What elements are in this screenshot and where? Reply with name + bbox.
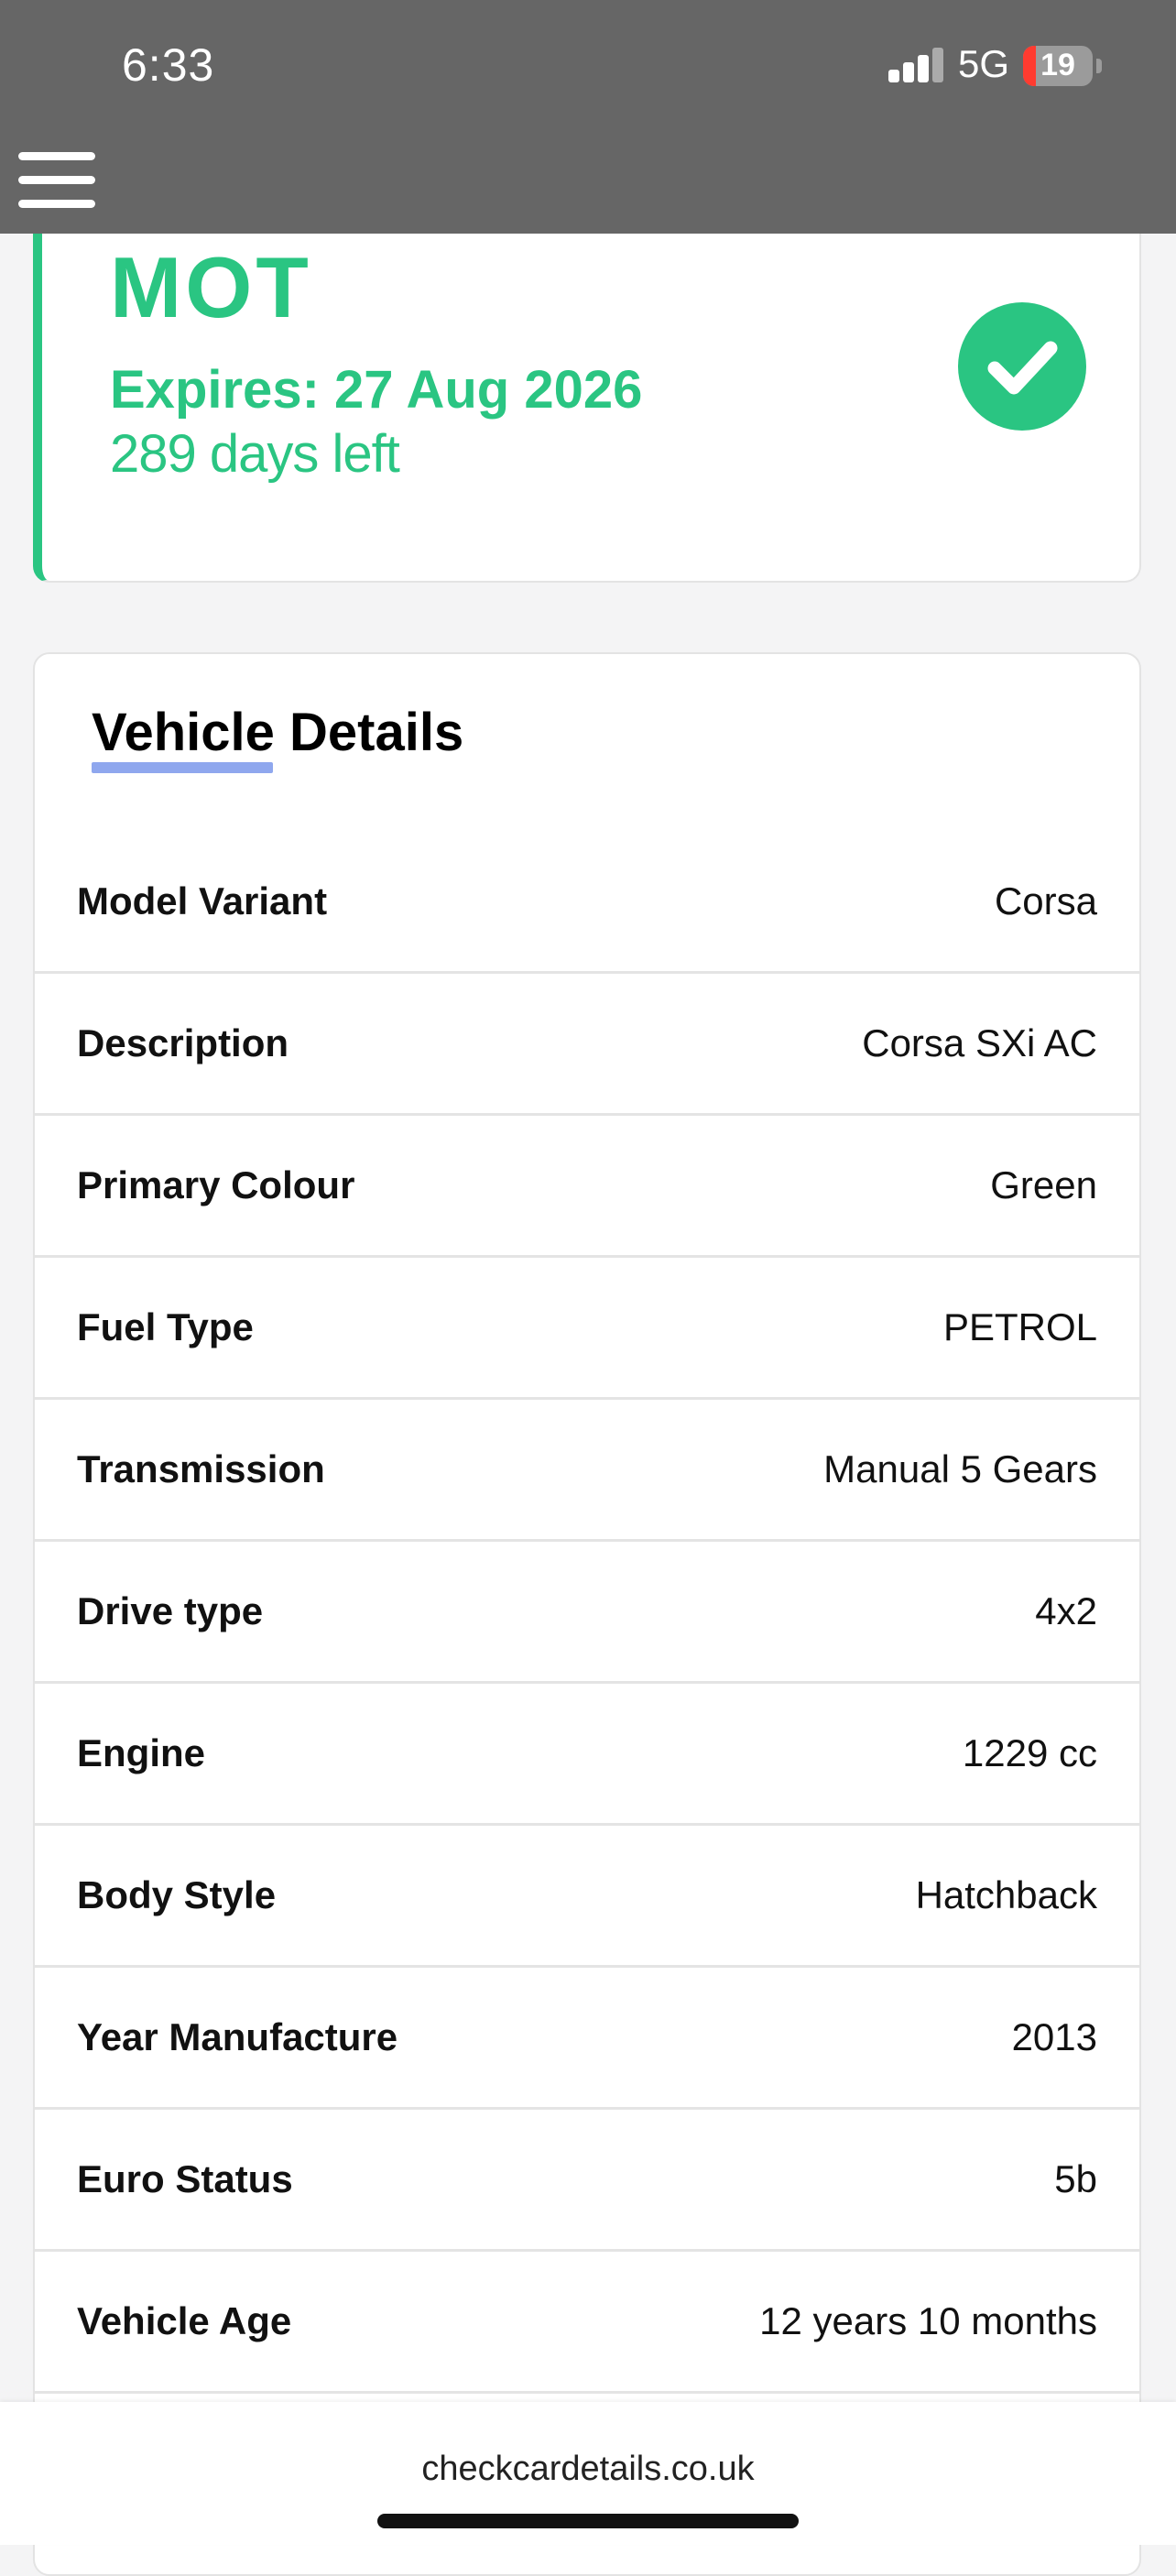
detail-row-body-style: Body Style Hatchback [35,1826,1139,1968]
detail-value: Corsa [994,879,1097,922]
address-bar-url[interactable]: checkcardetails.co.uk [0,2450,1176,2489]
detail-label: Euro Status [77,2157,293,2200]
detail-row-primary-colour: Primary Colour Green [35,1116,1139,1258]
detail-label: Drive type [77,1589,264,1632]
detail-row-year-manufacture: Year Manufacture 2013 [35,1968,1139,2110]
detail-value: 4x2 [1035,1589,1097,1632]
detail-value: 5b [1054,2157,1097,2200]
detail-label: Primary Colour [77,1163,355,1206]
vehicle-details-list: Model Variant Corsa Description Corsa SX… [35,832,1139,2394]
title-underline [92,762,273,773]
vehicle-details-title: Vehicle Details [92,703,464,762]
signal-strength-icon [888,48,945,82]
battery-icon: 19 [1023,46,1093,86]
detail-label: Fuel Type [77,1305,254,1348]
mot-title: MOT [110,239,312,335]
detail-value: 1229 cc [962,1731,1097,1774]
network-type: 5G [958,42,1010,85]
battery-cap [1096,59,1102,73]
detail-row-engine: Engine 1229 cc [35,1684,1139,1826]
detail-label: Transmission [77,1447,325,1490]
hamburger-menu-icon[interactable] [18,152,97,209]
detail-value: PETROL [942,1305,1097,1348]
mot-expiry-date: Expires: 27 Aug 2026 [110,360,643,420]
vehicle-details-card: Vehicle Details Model Variant Corsa Desc… [33,652,1141,2576]
detail-value: Hatchback [915,1873,1097,1916]
detail-row-description: Description Corsa SXi AC [35,974,1139,1116]
detail-value: Corsa SXi AC [862,1021,1097,1064]
detail-row-euro-status: Euro Status 5b [35,2110,1139,2252]
detail-label: Model Variant [77,879,328,922]
home-indicator[interactable] [377,2514,799,2528]
detail-value: Green [990,1163,1097,1206]
mot-card: MOT Expires: 27 Aug 2026 289 days left [33,183,1141,583]
detail-label: Description [77,1021,289,1064]
detail-row-model-variant: Model Variant Corsa [35,832,1139,974]
battery-level: 19 [1040,48,1075,82]
detail-label: Engine [77,1731,206,1774]
detail-row-fuel-type: Fuel Type PETROL [35,1258,1139,1400]
top-bar: 6:33 5G 19 [0,0,1176,234]
detail-value: Manual 5 Gears [823,1447,1097,1490]
detail-label: Body Style [77,1873,277,1916]
detail-value: 12 years 10 months [759,2299,1097,2342]
detail-row-transmission: Transmission Manual 5 Gears [35,1400,1139,1542]
detail-label: Vehicle Age [77,2299,292,2342]
detail-label: Year Manufacture [77,2015,398,2058]
detail-row-drive-type: Drive type 4x2 [35,1542,1139,1684]
browser-bottom-bar: checkcardetails.co.uk [0,2402,1176,2545]
status-time: 6:33 [122,39,215,91]
detail-value: 2013 [1011,2015,1097,2058]
check-circle-icon [958,302,1086,431]
detail-row-vehicle-age: Vehicle Age 12 years 10 months [35,2252,1139,2394]
mot-days-left: 289 days left [110,424,400,484]
